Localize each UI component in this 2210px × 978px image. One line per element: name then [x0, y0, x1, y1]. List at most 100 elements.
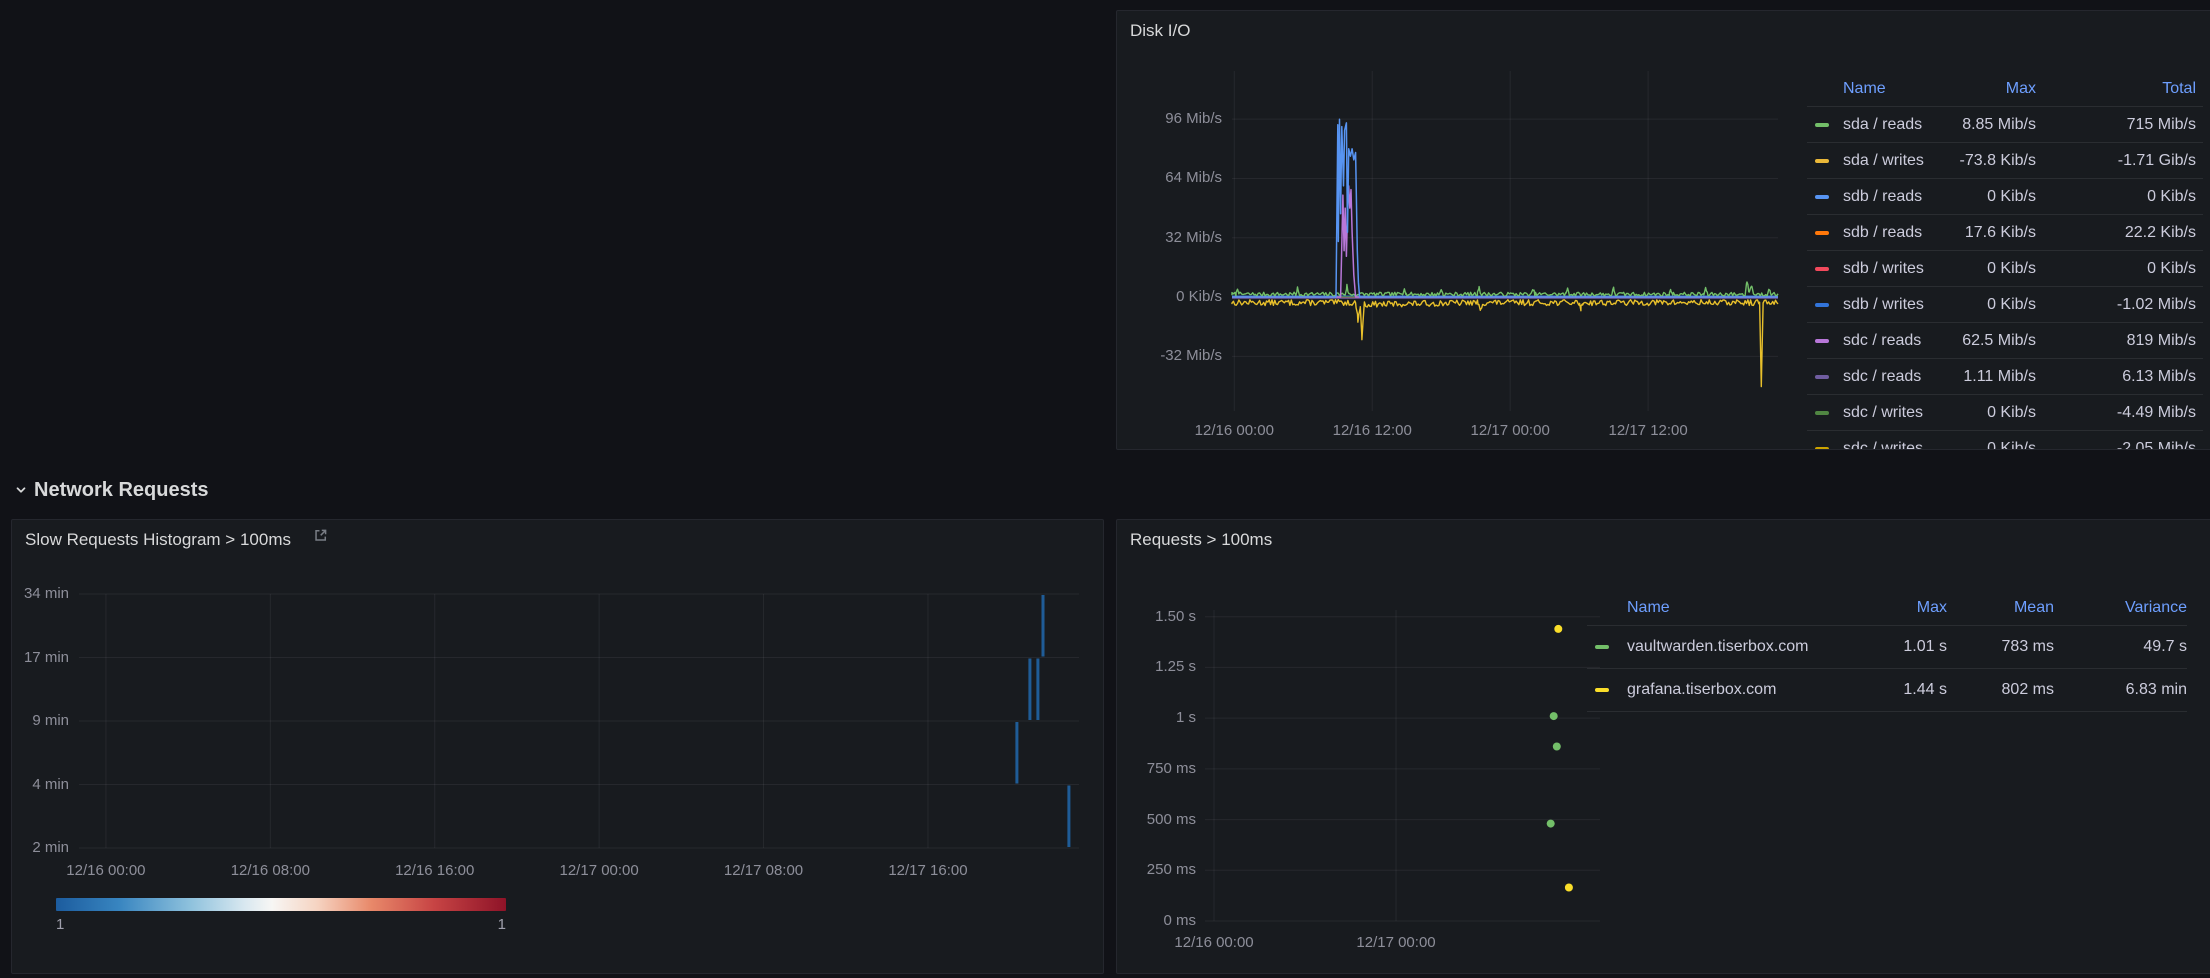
legend-total-value: 715 Mib/s — [2036, 116, 2196, 134]
panel-title-disk-io[interactable]: Disk I/O — [1117, 11, 1190, 51]
panel-title-slow-requests[interactable]: Slow Requests Histogram > 100ms — [12, 520, 329, 560]
legend-mean-value: 783 ms — [1947, 638, 2054, 656]
heatmap-plot-area — [79, 594, 1079, 848]
legend-swatch-cell — [1587, 645, 1619, 649]
legend-row[interactable]: sdc / reads1.11 Mib/s6.13 Mib/s — [1807, 359, 2203, 395]
disk-x-tick-label: 12/17 12:00 — [1588, 422, 1708, 440]
legend-row[interactable]: vaultwarden.tiserbox.com1.01 s783 ms49.7… — [1587, 626, 2187, 669]
req-x-tick-label: 12/16 00:00 — [1154, 934, 1274, 952]
heatmap-cell — [1036, 659, 1039, 721]
legend-max-value: 1.11 Mib/s — [1931, 368, 2036, 386]
legend-total-value: -1.02 Mib/s — [2036, 296, 2196, 314]
hist-x-tick-label: 12/17 08:00 — [704, 862, 824, 880]
legend-row[interactable]: sda / reads8.85 Mib/s715 Mib/s — [1807, 107, 2203, 143]
panel-disk-io: Disk I/O NameMaxTotal sda / reads8.85 Mib… — [1116, 10, 2210, 450]
legend-name-value[interactable]: sdc / writes — [1835, 440, 1931, 451]
requests-legend-table: NameMaxMeanVariancevaultwarden.tiserbox.… — [1587, 590, 2203, 712]
legend-name-value[interactable]: grafana.tiserbox.com — [1619, 681, 1847, 699]
legend-swatch-cell — [1807, 411, 1835, 415]
legend-max-value: 0 Kib/s — [1931, 404, 2036, 422]
disk-y-tick-label: 96 Mib/s — [1130, 110, 1222, 128]
legend-swatch-cell — [1807, 375, 1835, 379]
legend-name-value[interactable]: vaultwarden.tiserbox.com — [1619, 638, 1847, 656]
heatmap-cell — [1042, 595, 1045, 657]
legend-total-value: 0 Kib/s — [2036, 260, 2196, 278]
legend-header-row: NameMaxMeanVariance — [1587, 590, 2187, 626]
req-y-tick-label: 1.50 s — [1116, 608, 1196, 626]
legend-max-value: 0 Kib/s — [1931, 440, 2036, 451]
series-color-swatch-icon — [1815, 231, 1829, 235]
req-y-tick-label: 750 ms — [1116, 760, 1196, 778]
legend-name-value[interactable]: sdc / writes — [1835, 404, 1931, 422]
legend-name-value[interactable]: sdb / writes — [1835, 296, 1931, 314]
scatter-point — [1547, 820, 1555, 828]
hist-y-tick-label: 34 min — [11, 585, 69, 603]
disk-io-legend-table: NameMaxTotal sda / reads8.85 Mib/s715 Mib… — [1807, 71, 2203, 450]
heatmap-colorbar — [56, 898, 506, 911]
req-y-tick-label: 1.25 s — [1116, 658, 1196, 676]
series-color-swatch-icon — [1595, 688, 1609, 692]
legend-name-value[interactable]: sdb / reads — [1835, 224, 1931, 242]
legend-row[interactable]: sdc / writes0 Kib/s-2.05 Mib/s — [1807, 431, 2203, 450]
legend-total-value: -4.49 Mib/s — [2036, 404, 2196, 422]
legend-row[interactable]: sdc / reads62.5 Mib/s819 Mib/s — [1807, 323, 2203, 359]
legend-name-value[interactable]: sdb / reads — [1835, 188, 1931, 206]
legend-row[interactable]: grafana.tiserbox.com1.44 s802 ms6.83 min — [1587, 669, 2187, 712]
legend-header-name[interactable]: Name — [1835, 80, 1931, 98]
colorbar-min-label: 1 — [56, 916, 64, 933]
legend-row[interactable]: sdb / reads0 Kib/s0 Kib/s — [1807, 179, 2203, 215]
panel-title-requests[interactable]: Requests > 100ms — [1117, 520, 1272, 560]
scatter-point — [1554, 625, 1562, 633]
legend-total-value: -1.71 Gib/s — [2036, 152, 2196, 170]
series-line — [1232, 186, 1778, 297]
section-network-requests[interactable]: Network Requests — [14, 476, 209, 504]
legend-max-value: 1.44 s — [1847, 681, 1947, 699]
disk-y-tick-label: -32 Mib/s — [1130, 347, 1222, 365]
chevron-down-icon — [14, 483, 28, 497]
legend-header-max[interactable]: Max — [1847, 599, 1947, 617]
series-color-swatch-icon — [1815, 375, 1829, 379]
legend-header-max[interactable]: Max — [1931, 80, 2036, 98]
hist-y-tick-label: 4 min — [11, 776, 69, 794]
legend-name-value[interactable]: sdc / reads — [1835, 332, 1931, 350]
series-color-swatch-icon — [1815, 411, 1829, 415]
legend-total-value: 0 Kib/s — [2036, 188, 2196, 206]
legend-name-value[interactable]: sda / reads — [1835, 116, 1931, 134]
hist-x-tick-label: 12/17 16:00 — [868, 862, 988, 880]
legend-row[interactable]: sdb / writes0 Kib/s-1.02 Mib/s — [1807, 287, 2203, 323]
legend-header-variance[interactable]: Variance — [2054, 599, 2187, 617]
disk-y-tick-label: 0 Kib/s — [1130, 288, 1222, 306]
legend-row[interactable]: sdb / reads17.6 Kib/s22.2 Kib/s — [1807, 215, 2203, 251]
series-line — [1232, 282, 1778, 296]
disk-x-tick-label: 12/16 12:00 — [1312, 422, 1432, 440]
legend-name-value[interactable]: sdb / writes — [1835, 260, 1931, 278]
legend-swatch-cell — [1807, 303, 1835, 307]
series-color-swatch-icon — [1815, 159, 1829, 163]
external-link-icon[interactable] — [312, 519, 329, 559]
hist-x-tick-label: 12/16 08:00 — [210, 862, 330, 880]
panel-requests-over-100ms: Requests > 100ms NameMaxMeanVariancevaul… — [1116, 519, 2210, 974]
req-y-tick-label: 500 ms — [1116, 811, 1196, 829]
disk-x-tick-label: 12/16 00:00 — [1174, 422, 1294, 440]
req-y-tick-label: 1 s — [1116, 709, 1196, 727]
scatter-point — [1553, 743, 1561, 751]
legend-header-total[interactable]: Total — [2036, 80, 2196, 98]
series-color-swatch-icon — [1595, 645, 1609, 649]
series-color-swatch-icon — [1815, 303, 1829, 307]
legend-row[interactable]: sda / writes-73.8 Kib/s-1.71 Gib/s — [1807, 143, 2203, 179]
req-y-tick-label: 0 ms — [1116, 912, 1196, 930]
legend-row[interactable]: sdb / writes0 Kib/s0 Kib/s — [1807, 251, 2203, 287]
legend-max-value: 0 Kib/s — [1931, 260, 2036, 278]
legend-name-value[interactable]: sdc / reads — [1835, 368, 1931, 386]
legend-row[interactable]: sdc / writes0 Kib/s-4.49 Mib/s — [1807, 395, 2203, 431]
legend-swatch-cell — [1807, 231, 1835, 235]
legend-swatch-cell — [1807, 339, 1835, 343]
legend-swatch-cell — [1807, 267, 1835, 271]
hist-y-tick-label: 9 min — [11, 712, 69, 730]
legend-swatch-cell — [1587, 688, 1619, 692]
series-color-swatch-icon — [1815, 447, 1829, 451]
legend-name-value[interactable]: sda / writes — [1835, 152, 1931, 170]
legend-header-mean[interactable]: Mean — [1947, 599, 2054, 617]
legend-header-name[interactable]: Name — [1619, 599, 1847, 617]
legend-max-value: 0 Kib/s — [1931, 296, 2036, 314]
